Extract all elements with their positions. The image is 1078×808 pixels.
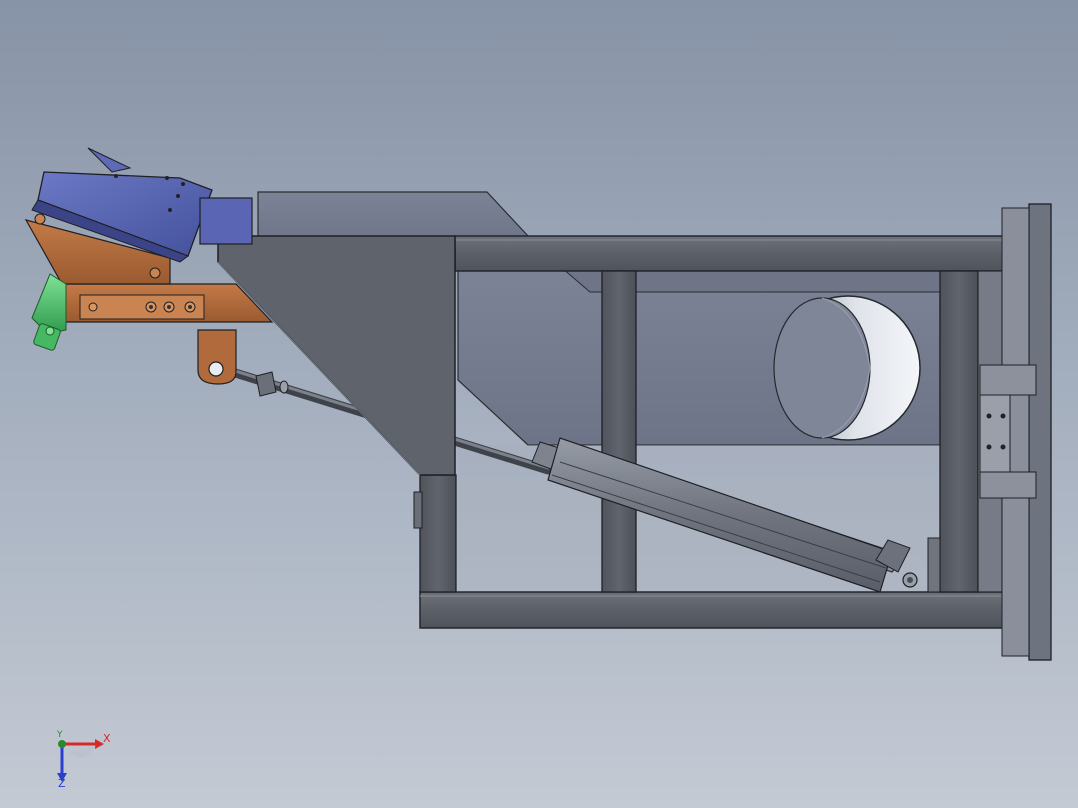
triad-y-axis-icon bbox=[58, 740, 66, 748]
axis-z-label: Z bbox=[58, 777, 66, 790]
axis-y-label: Y bbox=[57, 730, 63, 740]
triad-x-axis-icon bbox=[62, 739, 104, 749]
triad-arc bbox=[68, 746, 96, 758]
coordinate-triad bbox=[57, 739, 104, 782]
cad-viewport[interactable]: X Y Z bbox=[0, 0, 1078, 808]
axis-x-label: X bbox=[103, 732, 111, 745]
